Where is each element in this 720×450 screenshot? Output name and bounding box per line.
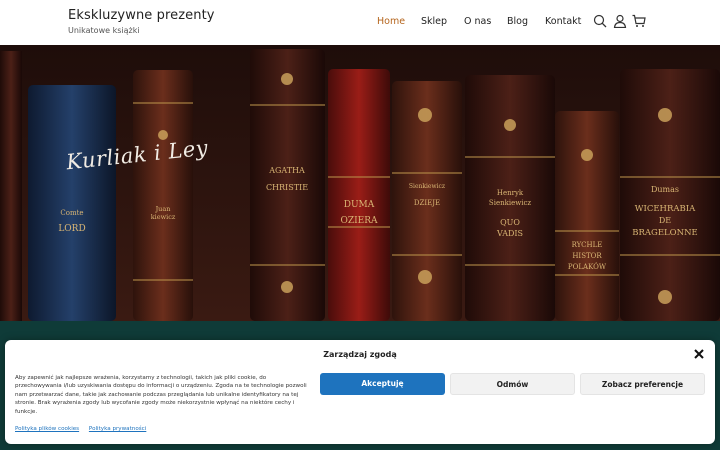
nav-item-shop[interactable]: Sklep [421, 16, 447, 27]
consent-title: Zarządzaj zgodą [323, 350, 397, 359]
spine-text: BRAGELONNE [632, 228, 697, 238]
spine-text: Dumas [651, 185, 679, 194]
nav-item-blog[interactable]: Blog [507, 16, 528, 27]
main-navigation: Home Sklep O nas Blog Kontakt [0, 16, 720, 30]
cookie-policy-link[interactable]: Polityka plików cookies [15, 426, 79, 432]
spine-text: HISTOR [572, 252, 602, 260]
privacy-policy-link[interactable]: Polityka prywatności [89, 426, 146, 432]
spine-text: Comte [60, 209, 83, 217]
user-icon[interactable] [613, 14, 627, 28]
spine-text: QUO [500, 218, 520, 227]
spine-text: LORD [58, 224, 85, 234]
cookie-consent-dialog: Zarządzaj zgodą Aby zapewnić jak najleps… [5, 340, 715, 444]
spine-text: OZIERA [340, 216, 378, 226]
search-icon[interactable] [593, 14, 607, 28]
spine-text: Sienkiewicz [409, 183, 445, 190]
spine-text: Juan [155, 205, 171, 213]
site-header: Ekskluzywne prezenty Unikatowe książki H… [0, 0, 720, 45]
spine-text: DE [659, 216, 671, 225]
close-icon[interactable] [693, 348, 705, 360]
spine-text: VADIS [496, 229, 523, 238]
nav-item-contact[interactable]: Kontakt [545, 16, 581, 27]
consent-message: Aby zapewnić jak najlepsze wrażenia, kor… [15, 375, 307, 415]
spine-text: kiewicz [151, 213, 176, 221]
spine-text: DUMA [344, 200, 375, 210]
spine-text: Henryk [497, 189, 524, 197]
deny-button[interactable]: Odmów [450, 373, 575, 395]
spine-text: AGATHA [268, 166, 305, 175]
spine-text: DZIEJE [414, 199, 440, 207]
spine-text: RYCHLE [572, 241, 603, 249]
spine-text: Sienkiewicz [489, 199, 531, 207]
consent-links: Polityka plików cookies Polityka prywatn… [15, 426, 154, 432]
nav-item-about[interactable]: O nas [464, 16, 491, 27]
view-preferences-button[interactable]: Zobacz preferencje [580, 373, 705, 395]
spine-text: WICEHRABIA [635, 204, 696, 214]
nav-item-home[interactable]: Home [377, 16, 405, 27]
hero-books-image: Comte LORD Juan kiewicz AGATHA CHRISTIE … [0, 45, 720, 321]
cart-icon[interactable] [632, 14, 646, 28]
spine-text: POLAKÓW [568, 262, 607, 271]
accept-button[interactable]: Akceptuję [320, 373, 445, 395]
spine-text: CHRISTIE [266, 183, 308, 192]
hero-banner: Comte LORD Juan kiewicz AGATHA CHRISTIE … [0, 45, 720, 321]
